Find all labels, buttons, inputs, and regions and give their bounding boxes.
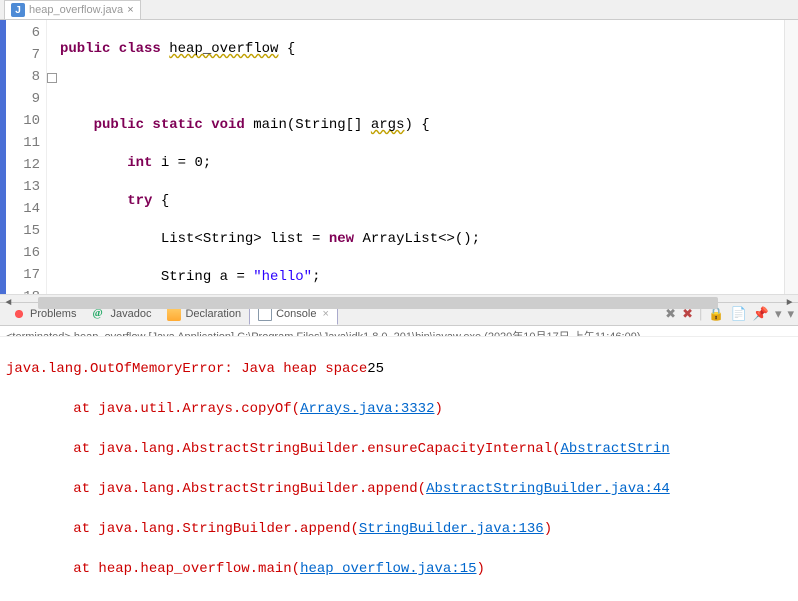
editor-tab[interactable]: J heap_overflow.java × [4, 0, 141, 19]
scrollbar-thumb[interactable] [38, 297, 718, 309]
clear-console-icon[interactable]: 📄 [731, 306, 747, 322]
code-area[interactable]: public class heap_overflow { public stat… [60, 20, 784, 294]
line-number-gutter: 6 7 8 9 10 11 12 13 14 15 16 17 18 19 20… [6, 20, 46, 294]
stack-link[interactable]: AbstractStringBuilder.java:44 [426, 481, 670, 497]
java-file-icon: J [11, 3, 25, 17]
pin-console-icon[interactable]: 📌 [753, 306, 769, 322]
close-icon[interactable]: × [322, 308, 328, 320]
stack-link[interactable]: heap_overflow.java:15 [300, 561, 476, 577]
overview-ruler[interactable] [784, 20, 798, 294]
stack-link[interactable]: Arrays.java:3332 [300, 401, 434, 417]
console-output[interactable]: java.lang.OutOfMemoryError: Java heap sp… [0, 337, 798, 601]
scroll-left-icon[interactable]: ◄ [0, 295, 17, 312]
console-launch-label: <terminated> heap_overflow [Java Applica… [0, 326, 798, 337]
error-line: java.lang.OutOfMemoryError: Java heap sp… [6, 361, 367, 377]
tab-filename: heap_overflow.java [29, 4, 123, 16]
fold-ruler [46, 20, 60, 294]
close-icon[interactable]: × [127, 4, 133, 16]
horizontal-scrollbar[interactable]: ◄ ► [0, 294, 798, 301]
editor-tab-bar: J heap_overflow.java × [0, 0, 798, 20]
code-editor[interactable]: 6 7 8 9 10 11 12 13 14 15 16 17 18 19 20… [0, 20, 798, 294]
stack-link[interactable]: AbstractStrin [561, 441, 670, 457]
stack-link[interactable]: StringBuilder.java:136 [359, 521, 544, 537]
scroll-right-icon[interactable]: ► [781, 295, 798, 312]
